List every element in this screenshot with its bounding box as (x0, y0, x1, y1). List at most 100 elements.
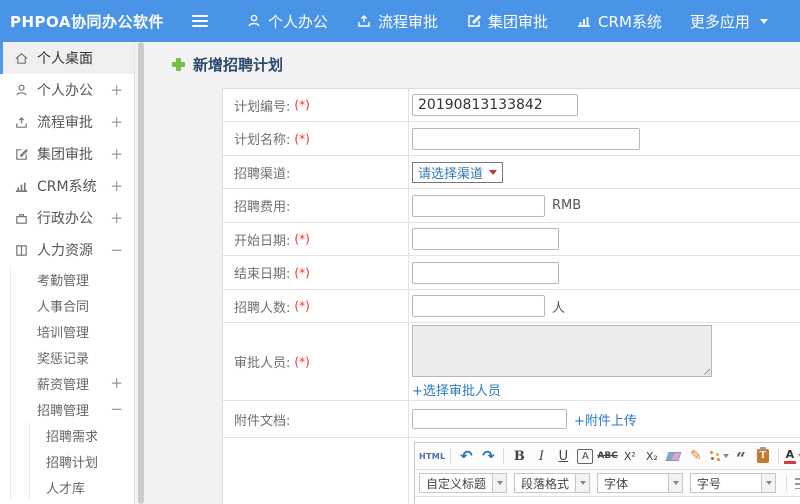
clipboard-icon: T (756, 447, 769, 463)
format-painter-button[interactable]: ✎ (686, 446, 706, 467)
currency-suffix: RMB (552, 198, 582, 213)
expand-plus-icon[interactable]: + (110, 209, 123, 227)
sidebar-item-group-approval[interactable]: 集团审批 + (0, 138, 134, 170)
eraser-icon (665, 451, 682, 461)
attachment-input[interactable] (412, 409, 567, 429)
flow-arrow-icon (358, 15, 370, 27)
sidebar-item-rewards[interactable]: 奖惩记录 (11, 344, 134, 370)
edit-square-icon (468, 15, 482, 27)
expand-plus-icon[interactable]: + (110, 177, 123, 195)
spray-icon (708, 450, 721, 462)
hr-submenu: 考勤管理 人事合同 培训管理 奖惩记录 薪资管理 + 招聘管理 − 招聘需求 招聘计… (10, 266, 134, 500)
auto-typeset-button[interactable] (708, 446, 729, 467)
superscript-button[interactable]: X² (620, 446, 640, 467)
sidebar-item-personal-desktop[interactable]: 个人桌面 (0, 42, 134, 74)
top-nav: 个人办公 流程审批 集团审批 CRM系统 更多应用 (232, 0, 782, 42)
border-text-button[interactable]: A (577, 448, 594, 464)
sidebar-item-label: 奖惩记录 (37, 351, 90, 367)
bold-button[interactable]: B (509, 446, 529, 467)
sidebar-item-label: CRM系统 (37, 179, 97, 195)
headcount-input[interactable] (412, 295, 545, 317)
font-size-select[interactable]: 字号 (690, 473, 777, 493)
editor-content-area[interactable] (415, 497, 800, 504)
sidebar-item-salary[interactable]: 薪资管理 + (11, 370, 134, 396)
nav-item-group-approval[interactable]: 集团审批 (452, 0, 562, 42)
person-icon (16, 84, 27, 96)
plan-name-input[interactable] (412, 127, 640, 150)
redo-button[interactable]: ↷ (478, 446, 498, 467)
color-bar-icon (783, 460, 796, 464)
sidebar-item-label: 个人桌面 (37, 51, 93, 67)
sidebar-item-training[interactable]: 培训管理 (11, 318, 134, 344)
nav-item-crm[interactable]: CRM系统 (562, 0, 676, 42)
paste-text-button[interactable]: T (753, 446, 773, 467)
home-icon (15, 52, 28, 64)
main-content: 新增招聘计划 计划编号:(*) 计划名称:(*) 招聘渠道: 请选择渠道 招聘费… (145, 42, 800, 504)
scrollbar-thumb[interactable] (138, 42, 144, 504)
sidebar-item-recruit-demand[interactable]: 招聘需求 (30, 422, 134, 448)
undo-button[interactable]: ↶ (456, 446, 476, 467)
select-approver-link[interactable]: +选择审批人员 (412, 380, 501, 399)
briefcase-icon (16, 213, 27, 224)
underline-button[interactable]: U (553, 446, 573, 467)
nav-label: 集团审批 (488, 12, 549, 31)
chevron-down-icon (579, 481, 586, 485)
flow-arrow-icon (16, 116, 27, 128)
required-mark: (*) (294, 98, 310, 112)
plan-number-input[interactable] (412, 94, 578, 116)
end-date-input[interactable] (412, 261, 559, 284)
approver-textarea[interactable] (413, 325, 711, 376)
nav-item-workflow-approval[interactable]: 流程审批 (342, 0, 452, 42)
nav-item-personal-office[interactable]: 个人办公 (232, 0, 342, 42)
channel-select[interactable]: 请选择渠道 (412, 161, 504, 183)
select-caret-icon (489, 169, 498, 175)
font-family-select[interactable]: 字体 (597, 473, 684, 493)
align-left-button[interactable] (792, 473, 800, 494)
expand-plus-icon[interactable]: + (110, 145, 123, 163)
sidebar-item-recruitment[interactable]: 招聘管理 − (11, 396, 134, 422)
sidebar-item-label: 招聘管理 (37, 403, 90, 419)
cost-input[interactable] (412, 194, 545, 217)
sidebar-item-talent-pool[interactable]: 人才库 (30, 474, 134, 500)
italic-button[interactable]: I (531, 446, 551, 467)
start-date-input[interactable] (412, 228, 559, 250)
sidebar-item-label: 集团审批 (37, 147, 93, 163)
sidebar-item-admin-office[interactable]: 行政办公 + (0, 202, 134, 234)
expand-plus-icon[interactable]: + (110, 113, 123, 131)
remove-format-button[interactable] (664, 446, 684, 467)
hamburger-menu-icon[interactable] (192, 15, 208, 27)
sidebar-item-personal-office[interactable]: 个人办公 + (0, 74, 134, 106)
field-label: 开始日期: (234, 233, 291, 249)
editor-toolbar-row2: 自定义标题 段落格式 字体 字号 (415, 470, 800, 497)
custom-title-select[interactable]: 自定义标题 (419, 473, 508, 493)
nav-item-more-apps[interactable]: 更多应用 (676, 0, 782, 42)
subscript-button[interactable]: X₂ (642, 446, 662, 467)
field-label: 审批人员: (234, 356, 291, 371)
blockquote-button[interactable]: “ (731, 446, 751, 469)
sidebar-item-recruit-plan[interactable]: 招聘计划 (30, 448, 134, 474)
sidebar-item-hr-contract[interactable]: 人事合同 (11, 292, 134, 318)
top-header-bar: PHPOA协同办公软件 个人办公 流程审批 集团审批 CRM系统 更多应用 (0, 0, 800, 42)
html-source-button[interactable]: HTML (419, 446, 445, 467)
sidebar-item-label: 培训管理 (37, 325, 90, 341)
collapse-minus-icon[interactable]: − (110, 241, 123, 259)
form-row-attachment: 附件文档: +附件上传 (223, 401, 800, 438)
attachment-upload-link[interactable]: +附件上传 (574, 410, 637, 429)
sidebar-item-human-resources[interactable]: 人力资源 − (0, 234, 134, 266)
required-mark: (*) (294, 299, 310, 313)
book-icon (16, 244, 27, 256)
expand-plus-icon[interactable]: + (110, 81, 123, 99)
expand-plus-icon[interactable]: + (110, 374, 123, 392)
sidebar-item-attendance[interactable]: 考勤管理 (11, 266, 134, 292)
sidebar-item-workflow-approval[interactable]: 流程审批 + (0, 106, 134, 138)
sidebar-item-crm[interactable]: CRM系统 + (0, 170, 134, 202)
field-label: 附件文档: (234, 413, 291, 429)
collapse-minus-icon[interactable]: − (110, 400, 123, 418)
recruit-plan-form: 计划编号:(*) 计划名称:(*) 招聘渠道: 请选择渠道 招聘费用: RMB … (222, 88, 800, 504)
chevron-down-icon (496, 481, 503, 485)
field-label: 结束日期: (234, 267, 291, 282)
strikethrough-button[interactable]: ABC (597, 446, 617, 467)
font-color-button[interactable]: A (783, 446, 800, 467)
paragraph-format-select[interactable]: 段落格式 (514, 473, 591, 493)
sidebar-scrollbar[interactable] (138, 42, 144, 504)
